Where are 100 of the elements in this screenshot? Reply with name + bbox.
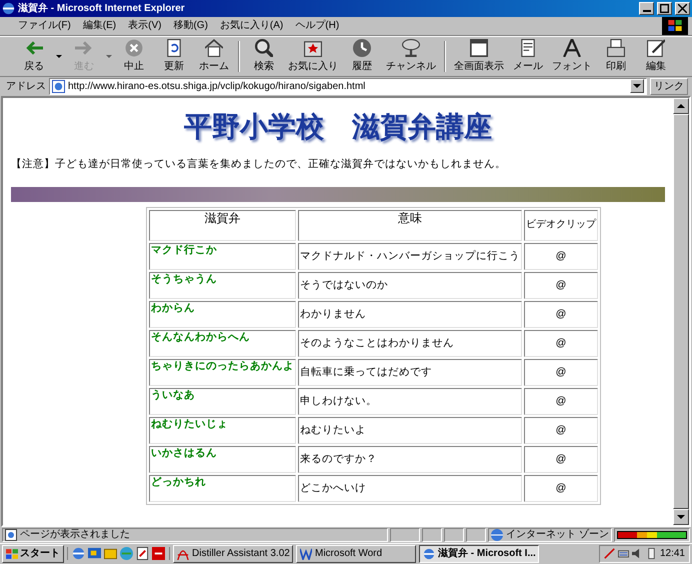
clip-link[interactable]: @ (556, 250, 566, 262)
close-icon (678, 4, 687, 13)
window-icon (470, 39, 488, 58)
table-cell: わかりません (298, 300, 522, 328)
scroll-down-icon (677, 514, 685, 519)
forward-arrow-icon (75, 39, 93, 58)
browser-icon[interactable] (72, 547, 85, 560)
table-cell: ういなあ (149, 388, 296, 415)
table-cell: 来るのですか？ (298, 446, 522, 473)
status-message: ページが表示されました (20, 528, 130, 542)
toolbar-button[interactable]: 履歴 (342, 39, 382, 74)
column-header: 滋賀弁 (149, 210, 296, 241)
letter-icon (519, 39, 537, 58)
toolbar-button[interactable]: フォント (548, 39, 596, 74)
signal-meter (617, 530, 687, 539)
folder-icon[interactable] (104, 547, 117, 560)
menu-item[interactable]: ヘルプ(H) (289, 17, 346, 34)
maximize-icon (660, 4, 669, 13)
app-icon[interactable] (152, 547, 165, 560)
clock-text: 12:41 (660, 547, 685, 562)
toolbar-button[interactable]: 更新 (154, 39, 194, 74)
maximize-button[interactable] (657, 2, 672, 15)
desktop-icon[interactable] (88, 547, 101, 560)
menu-item[interactable]: 移動(G) (167, 17, 214, 34)
clip-link[interactable]: @ (556, 308, 566, 320)
table-cell: ねむりたいよ (298, 416, 522, 444)
menu-item[interactable]: お気に入り(A) (214, 17, 290, 34)
windows-flag-icon (668, 20, 682, 32)
clip-link[interactable]: @ (556, 279, 566, 292)
table-cell: どこかへいけ (298, 474, 522, 502)
clip-link[interactable]: @ (556, 337, 566, 350)
page-icon (5, 528, 17, 541)
notice-text: 【注意】子ども達が日常使っている言葉を集めましたので、正確な滋賀弁ではないかもしれません。 (10, 157, 507, 172)
table-cell: マクドナルド・ハンバーガショップに行こう (298, 242, 522, 270)
minimize-icon (642, 10, 650, 12)
w-letter-icon (300, 548, 312, 560)
toolbar-button[interactable]: お気に入り (284, 39, 342, 74)
table-cell: そのようなことはわかりません (298, 330, 522, 357)
toolbar-button[interactable]: 中止 (114, 39, 154, 74)
caret-icon[interactable] (56, 55, 62, 58)
zone-label: インターネット ゾーン (506, 528, 609, 542)
keyboard-icon[interactable] (618, 548, 629, 560)
menu-item[interactable]: 編集(E) (76, 17, 122, 34)
taskbar-button[interactable]: Microsoft Word (296, 544, 416, 563)
letter-a-icon (563, 39, 581, 58)
clip-link[interactable]: @ (556, 424, 566, 436)
table-cell: 自転車に乗ってはだめです (298, 358, 522, 386)
clip-link[interactable]: @ (556, 395, 566, 408)
home-icon (205, 39, 223, 58)
table-cell: どっかちれ (149, 474, 296, 502)
clock-icon (353, 39, 371, 58)
scroll-up-icon (677, 104, 685, 108)
toolbar-button[interactable]: 印刷 (596, 39, 636, 74)
browser-icon (423, 548, 435, 560)
pen-icon[interactable] (604, 548, 615, 560)
clip-link[interactable]: @ (556, 453, 566, 466)
links-button[interactable]: リンク (650, 78, 688, 95)
back-arrow-icon (25, 39, 43, 58)
address-label: アドレス (6, 80, 46, 94)
toolbar-button[interactable]: チャンネル (382, 39, 440, 74)
stop-icon (125, 39, 143, 58)
globe-icon (491, 528, 504, 541)
battery-icon[interactable] (646, 548, 657, 560)
browser-icon (2, 2, 15, 15)
table-cell: ちゃりきにのったらあかんよ (149, 358, 296, 386)
acrobat-icon (177, 548, 189, 560)
toolbar-button[interactable]: 編集 (636, 39, 676, 74)
start-button[interactable]: スタート (2, 544, 64, 563)
minimize-button[interactable] (639, 2, 654, 15)
toolbar-button[interactable]: メール (508, 39, 548, 74)
window-title: 滋賀弁 - Microsoft Internet Explorer (18, 2, 186, 16)
taskbar-button[interactable]: Distiller Assistant 3.02 (173, 544, 293, 563)
pencil-page-icon (647, 39, 665, 58)
search-icon (255, 39, 273, 58)
page-icon (165, 39, 183, 58)
close-button[interactable] (675, 2, 690, 15)
menu-item[interactable]: 表示(V) (122, 17, 168, 34)
table-cell: マクド行こか (149, 242, 296, 270)
table-cell: そうちゃうん (149, 272, 296, 299)
toolbar-button[interactable]: ホーム (194, 39, 234, 74)
clip-link[interactable]: @ (556, 482, 566, 494)
printer-icon (607, 39, 625, 58)
address-field[interactable]: http://www.hirano-es.otsu.shiga.jp/vclip/kokugo/hirano/sigaben.html (49, 78, 647, 95)
notepad-icon[interactable] (136, 547, 149, 560)
column-header: ビデオクリップ (524, 210, 598, 241)
toolbar-button[interactable]: 全画面表示 (450, 39, 508, 74)
taskbar-button[interactable]: 滋賀弁 - Microsoft I... (419, 544, 539, 563)
star-folder-icon (304, 39, 322, 58)
column-header: 意味 (298, 210, 522, 241)
table-cell: わからん (149, 300, 296, 328)
clip-link[interactable]: @ (556, 366, 566, 378)
table-cell: いかさはるん (149, 446, 296, 473)
toolbar-button[interactable]: 検索 (244, 39, 284, 74)
page-icon (52, 80, 65, 93)
menu-item[interactable]: ファイル(F) (12, 17, 77, 34)
dropdown-icon[interactable] (633, 84, 641, 88)
toolbar-button[interactable]: 戻る (14, 39, 54, 74)
scrollbar[interactable] (673, 98, 689, 525)
windows-flag-icon (6, 548, 18, 559)
table-cell: 申しわけない。 (298, 388, 522, 415)
